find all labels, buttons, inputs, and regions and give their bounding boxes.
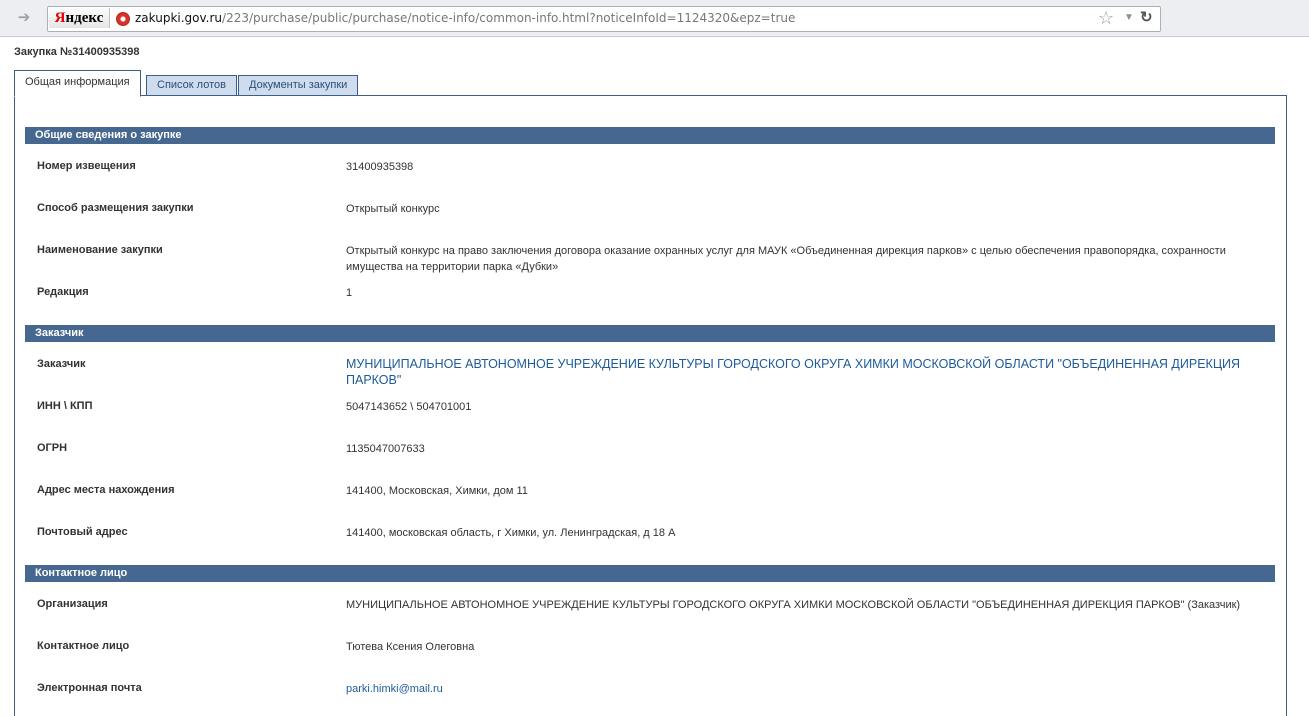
label-notice-number: Номер извещения <box>37 160 136 172</box>
value-notice-number: 31400935398 <box>346 161 414 173</box>
yandex-logo[interactable]: Яндекс <box>49 8 110 28</box>
label-customer: Заказчик <box>37 358 86 370</box>
yandex-logo-rest: ндекс <box>65 10 104 26</box>
yandex-logo-first-letter: Я <box>54 10 66 26</box>
value-ogrn: 1135047007633 <box>346 443 425 455</box>
tab-lots-list[interactable]: Список лотов <box>146 75 237 96</box>
value-organization: МУНИЦИПАЛЬНОЕ АВТОНОМНОЕ УЧРЕЖДЕНИЕ КУЛЬ… <box>346 599 1241 611</box>
chevron-down-icon[interactable]: ▼ <box>1124 7 1134 29</box>
label-purchase-method: Способ размещения закупки <box>37 202 194 214</box>
label-inn-kpp: ИНН \ КПП <box>37 400 93 412</box>
value-location-address: 141400, Московская, Химки, дом 11 <box>346 485 528 497</box>
value-revision: 1 <box>346 287 353 299</box>
tab-general-info[interactable]: Общая информация <box>14 70 141 97</box>
label-location-address: Адрес места нахождения <box>37 484 175 496</box>
label-purchase-name: Наименование закупки <box>37 244 163 256</box>
label-revision: Редакция <box>37 286 89 298</box>
section-header-contact: Контактное лицо <box>25 565 1275 582</box>
site-favicon-icon <box>116 12 130 26</box>
value-purchase-name: Открытый конкурс на право заключения дог… <box>346 245 1226 273</box>
label-postal-address: Почтовый адрес <box>37 526 128 538</box>
value-inn-kpp: 5047143652 \ 504701001 <box>346 401 472 413</box>
value-postal-address: 141400, московская область, г Химки, ул.… <box>346 527 676 539</box>
value-contact-person: Тютева Ксения Олеговна <box>346 641 475 653</box>
forward-arrow-icon[interactable]: ➔ <box>14 8 34 28</box>
label-contact-person: Контактное лицо <box>37 640 130 652</box>
tab-purchase-documents[interactable]: Документы закупки <box>238 75 359 96</box>
email-link[interactable]: parki.himki@mail.ru <box>346 681 1246 697</box>
label-email: Электронная почта <box>37 682 142 694</box>
value-purchase-method: Открытый конкурс <box>346 203 440 215</box>
address-bar[interactable]: Яндекс zakupki.gov.ru/223/purchase/publi… <box>47 6 1161 32</box>
label-organization: Организация <box>37 598 108 610</box>
url-host: zakupki.gov.ru <box>135 11 223 25</box>
browser-toolbar: ➔ Яндекс zakupki.gov.ru/223/purchase/pub… <box>0 0 1309 37</box>
customer-link[interactable]: МУНИЦИПАЛЬНОЕ АВТОНОМНОЕ УЧРЕЖДЕНИЕ КУЛЬ… <box>346 356 1246 388</box>
url-path: /223/purchase/public/purchase/notice-inf… <box>222 11 796 25</box>
section-header-general: Общие сведения о закупке <box>25 127 1275 144</box>
url-text[interactable]: zakupki.gov.ru/223/purchase/public/purch… <box>135 11 795 25</box>
reload-icon[interactable]: ↻ <box>1140 7 1153 29</box>
label-ogrn: ОГРН <box>37 442 68 454</box>
star-icon[interactable]: ☆ <box>1098 7 1114 29</box>
page-title: Закупка №31400935398 <box>14 46 140 58</box>
tab-content-panel: Общие сведения о закупке Номер извещения… <box>14 95 1287 716</box>
section-header-customer: Заказчик <box>25 325 1275 342</box>
